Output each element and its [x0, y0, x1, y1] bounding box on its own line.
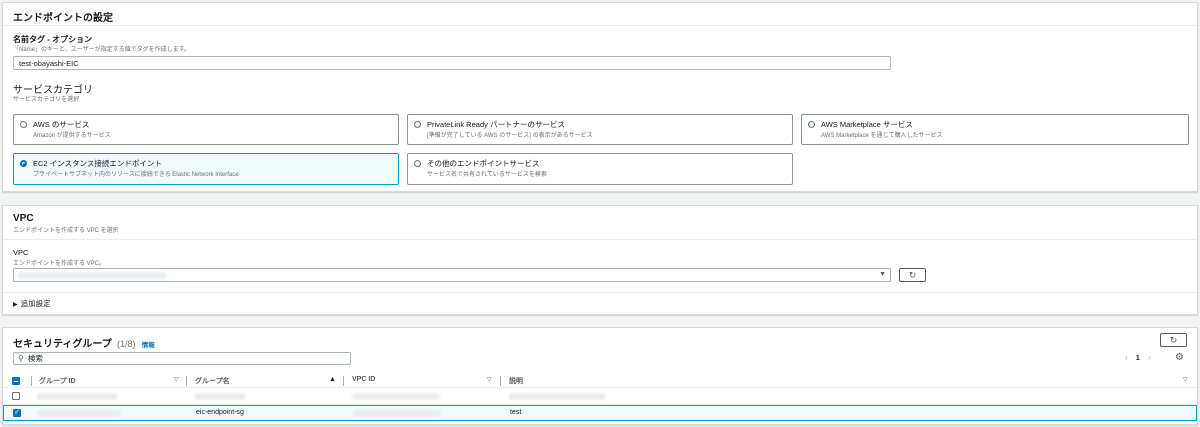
security-groups-title: セキュリティグループ: [13, 339, 112, 350]
column-separator: [343, 376, 344, 386]
divider: [3, 25, 1197, 26]
row-checkbox-checked[interactable]: ✓: [13, 409, 21, 417]
divider: [3, 292, 1197, 293]
select-all-checkbox[interactable]: [12, 377, 20, 385]
tile-description: [準備が完了している AWS のサービス] の表示があるサービス: [427, 133, 593, 139]
security-groups-panel: セキュリティグループ (1/8) 情報 ↻ ⚲ 検索 ‹ 1 › ⚙ グループ …: [2, 327, 1198, 425]
redacted-vpc-id: [353, 410, 441, 417]
service-category-description: サービスカテゴリを選択: [13, 97, 80, 103]
refresh-icon: ↻: [908, 269, 917, 280]
table-header: グループ ID ▽ グループ名 ▲ VPC ID ▽ 説明 ▽: [3, 374, 1197, 388]
security-groups-search[interactable]: ⚲ 検索: [13, 352, 351, 365]
name-tag-description: 「Name」のキーと、ユーザーが指定する値でタグを作成します。: [13, 47, 191, 53]
radio-button[interactable]: [20, 121, 27, 128]
tile-description: プライベートサブネット内のリソースに接続できる Elastic Network …: [33, 172, 239, 178]
name-tag-input[interactable]: test-obayashi-EIC: [13, 56, 891, 70]
radio-button[interactable]: [414, 160, 421, 167]
additional-settings-label: 追加設定: [20, 299, 51, 308]
tile-title: AWS Marketplace サービス: [821, 120, 913, 129]
caret-down-icon[interactable]: ▼: [879, 271, 886, 278]
endpoint-settings-title: エンドポイントの設定: [13, 13, 113, 24]
sort-caret-icon[interactable]: ▽: [1183, 376, 1188, 383]
radio-button-selected[interactable]: [20, 160, 27, 167]
redacted-description: [509, 393, 605, 400]
tile-description: サービス名で共有されているサービスを検索: [427, 172, 547, 178]
category-tile-aws-services[interactable]: AWS のサービス Amazon が提供するサービス: [13, 114, 399, 145]
tile-description: Amazon が提供するサービス: [33, 133, 111, 139]
caret-right-icon: ▶: [13, 302, 18, 308]
info-link[interactable]: 情報: [142, 342, 155, 349]
tile-description: AWS Marketplace を通じて購入したサービス: [821, 133, 943, 139]
sort-caret-icon[interactable]: ▽: [487, 376, 492, 383]
table-row-selected[interactable]: ✓ eic-endpoint-sg test: [3, 405, 1197, 421]
refresh-icon: ↻: [1169, 334, 1178, 345]
page-number[interactable]: 1: [1136, 355, 1140, 362]
vpc-section-title: VPC: [13, 213, 34, 224]
vpc-field-label: VPC: [13, 248, 29, 257]
row-checkbox[interactable]: [12, 392, 20, 400]
group-name-cell: eic-endpoint-sg: [196, 409, 244, 416]
security-groups-header: セキュリティグループ (1/8) 情報: [13, 335, 155, 350]
tile-title: EC2 インスタンス接続エンドポイント: [33, 159, 162, 168]
selection-count: (1/8): [117, 339, 136, 349]
pagination: ‹ 1 ›: [1125, 353, 1151, 362]
redacted-vpc-id: [352, 393, 440, 400]
vpc-panel: VPC エンドポイントを作成する VPC を選択 VPC エンドポイントを作成す…: [2, 205, 1198, 315]
additional-settings-toggle[interactable]: ▶ 追加設定: [13, 298, 51, 309]
tile-title: PrivateLink Ready パートナーのサービス: [427, 120, 565, 129]
category-tile-aws-marketplace[interactable]: AWS Marketplace サービス AWS Marketplace を通じ…: [801, 114, 1189, 145]
prev-page-button[interactable]: ‹: [1125, 353, 1128, 362]
endpoint-settings-panel: エンドポイントの設定 名前タグ - オプション 「Name」のキーと、ユーザーが…: [2, 2, 1198, 192]
description-cell: test: [510, 409, 522, 416]
redacted-group-id: [37, 393, 117, 400]
column-separator: [500, 376, 501, 386]
column-header-group-id[interactable]: グループ ID: [39, 376, 76, 386]
table-row[interactable]: [3, 389, 1197, 405]
tile-title: AWS のサービス: [33, 120, 90, 129]
divider: [3, 239, 1197, 240]
settings-gear-icon[interactable]: ⚙: [1175, 352, 1184, 363]
search-icon: ⚲: [18, 354, 24, 363]
column-separator: [31, 376, 32, 386]
column-header-vpc-id[interactable]: VPC ID: [352, 376, 375, 383]
radio-button[interactable]: [414, 121, 421, 128]
vpc-field-description: エンドポイントを作成する VPC。: [13, 261, 106, 267]
security-groups-refresh-button[interactable]: ↻: [1160, 333, 1187, 347]
vpc-refresh-button[interactable]: ↻: [899, 268, 926, 282]
column-separator: [186, 376, 187, 386]
redacted-vpc-id: [17, 272, 167, 279]
search-placeholder: 検索: [27, 354, 43, 363]
radio-button[interactable]: [808, 121, 815, 128]
column-header-description[interactable]: 説明: [509, 376, 523, 386]
category-tile-privatelink-partner[interactable]: PrivateLink Ready パートナーのサービス [準備が完了している …: [407, 114, 793, 145]
category-tile-ec2-instance-connect[interactable]: EC2 インスタンス接続エンドポイント プライベートサブネット内のリソースに接続…: [13, 153, 399, 185]
column-header-group-name[interactable]: グループ名: [195, 376, 230, 386]
redacted-group-name: [195, 393, 245, 400]
redacted-group-id: [37, 410, 121, 417]
category-tile-other-endpoint-services[interactable]: その他のエンドポイントサービス サービス名で共有されているサービスを検索: [407, 153, 793, 185]
sort-ascending-icon[interactable]: ▲: [329, 376, 336, 383]
vpc-select[interactable]: ▼: [13, 268, 891, 282]
vpc-section-description: エンドポイントを作成する VPC を選択: [13, 228, 119, 234]
tile-title: その他のエンドポイントサービス: [427, 159, 540, 168]
next-page-button[interactable]: ›: [1148, 353, 1151, 362]
sort-caret-icon[interactable]: ▽: [174, 376, 179, 383]
